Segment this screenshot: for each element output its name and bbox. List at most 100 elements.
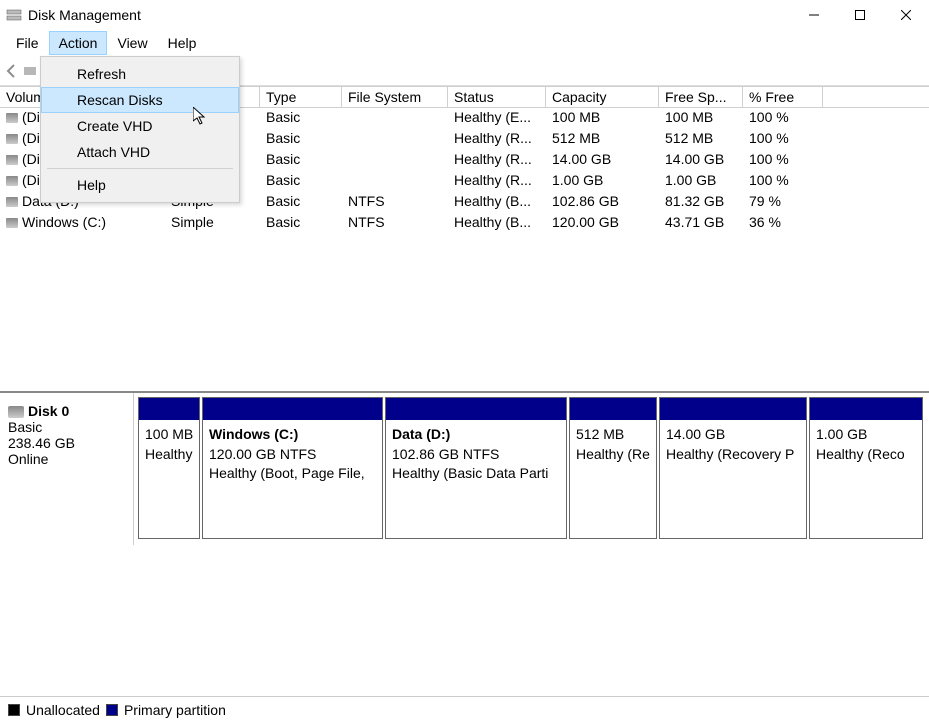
volume-type: Basic — [260, 150, 342, 171]
legend: Unallocated Primary partition — [0, 696, 929, 723]
volume-icon — [6, 218, 18, 228]
partition-header-bar — [386, 398, 566, 420]
header-free-space[interactable]: Free Sp... — [659, 87, 743, 107]
volume-name: (Di — [22, 151, 40, 167]
volume-fs — [342, 150, 448, 171]
volume-free: 81.32 GB — [659, 192, 743, 213]
volume-icon — [6, 134, 18, 144]
header-type[interactable]: Type — [260, 87, 342, 107]
volume-icon — [6, 197, 18, 207]
volume-icon — [6, 155, 18, 165]
disk-icon — [8, 406, 24, 418]
action-create-vhd[interactable]: Create VHD — [41, 113, 239, 139]
header-percent-free[interactable]: % Free — [743, 87, 823, 107]
header-filesystem[interactable]: File System — [342, 87, 448, 107]
back-icon[interactable] — [4, 63, 20, 79]
volume-pct: 100 % — [743, 150, 823, 171]
partition-header-bar — [810, 398, 922, 420]
action-help[interactable]: Help — [41, 172, 239, 198]
volume-fs — [342, 171, 448, 192]
partition-size: 102.86 GB NTFS — [392, 445, 560, 465]
menu-file[interactable]: File — [6, 31, 49, 55]
volume-row[interactable]: Windows (C:) SimpleBasicNTFSHealthy (B...… — [0, 213, 929, 234]
volume-capacity: 102.86 GB — [546, 192, 659, 213]
partition[interactable]: 14.00 GBHealthy (Recovery P — [659, 397, 807, 539]
volume-status: Healthy (R... — [448, 171, 546, 192]
partition[interactable]: Data (D:)102.86 GB NTFSHealthy (Basic Da… — [385, 397, 567, 539]
legend-swatch-unallocated — [8, 704, 20, 716]
partition-status: Healthy — [145, 445, 193, 465]
volume-free: 100 MB — [659, 108, 743, 129]
partition[interactable]: 512 MBHealthy (Re — [569, 397, 657, 539]
disk-name: Disk 0 — [28, 403, 69, 419]
volume-free: 512 MB — [659, 129, 743, 150]
partition-title: Windows (C:) — [209, 425, 376, 445]
partition[interactable]: Windows (C:)120.00 GB NTFSHealthy (Boot,… — [202, 397, 383, 539]
volume-fs: NTFS — [342, 192, 448, 213]
volume-status: Healthy (B... — [448, 213, 546, 234]
volume-capacity: 14.00 GB — [546, 150, 659, 171]
dropdown-separator — [47, 168, 233, 169]
volume-status: Healthy (E... — [448, 108, 546, 129]
volume-pct: 100 % — [743, 108, 823, 129]
volume-type: Basic — [260, 129, 342, 150]
volume-name: (Di — [22, 109, 40, 125]
volume-name: Windows (C:) — [22, 214, 106, 230]
volume-free: 14.00 GB — [659, 150, 743, 171]
disk-map: 100 MBHealthyWindows (C:)120.00 GB NTFSH… — [134, 393, 929, 545]
partition-header-bar — [570, 398, 656, 420]
menu-view[interactable]: View — [107, 31, 157, 55]
volume-status: Healthy (R... — [448, 129, 546, 150]
volume-free: 43.71 GB — [659, 213, 743, 234]
partition-status: Healthy (Basic Data Parti — [392, 464, 560, 484]
legend-unallocated: Unallocated — [26, 702, 100, 718]
partition[interactable]: 1.00 GBHealthy (Reco — [809, 397, 923, 539]
header-status[interactable]: Status — [448, 87, 546, 107]
action-rescan-disks[interactable]: Rescan Disks — [41, 87, 239, 113]
partition[interactable]: 100 MBHealthy — [138, 397, 200, 539]
volume-pct: 79 % — [743, 192, 823, 213]
volume-capacity: 120.00 GB — [546, 213, 659, 234]
close-button[interactable] — [883, 0, 929, 30]
menu-help[interactable]: Help — [158, 31, 207, 55]
legend-primary: Primary partition — [124, 702, 226, 718]
minimize-button[interactable] — [791, 0, 837, 30]
menu-action[interactable]: Action — [49, 31, 108, 55]
action-attach-vhd[interactable]: Attach VHD — [41, 139, 239, 165]
volume-status: Healthy (B... — [448, 192, 546, 213]
generic-toolbar-icon[interactable] — [22, 63, 38, 79]
partition-status: Healthy (Reco — [816, 445, 916, 465]
volume-capacity: 100 MB — [546, 108, 659, 129]
action-refresh[interactable]: Refresh — [41, 61, 239, 87]
partition-header-bar — [660, 398, 806, 420]
volume-fs: NTFS — [342, 213, 448, 234]
window-title: Disk Management — [28, 7, 141, 23]
volume-icon — [6, 113, 18, 123]
maximize-button[interactable] — [837, 0, 883, 30]
disk-graphical-pane: Disk 0 Basic 238.46 GB Online 100 MBHeal… — [0, 391, 929, 545]
action-dropdown: Refresh Rescan Disks Create VHD Attach V… — [40, 56, 240, 203]
volume-fs — [342, 108, 448, 129]
menubar: File Action View Help Refresh Rescan Dis… — [0, 30, 929, 56]
partition-size: 100 MB — [145, 425, 193, 445]
volume-type: Basic — [260, 171, 342, 192]
volume-layout: Simple — [165, 213, 260, 234]
volume-type: Basic — [260, 213, 342, 234]
disk-size: 238.46 GB — [8, 435, 125, 451]
partition-size: 512 MB — [576, 425, 650, 445]
disk-info[interactable]: Disk 0 Basic 238.46 GB Online — [0, 393, 134, 545]
partition-size: 14.00 GB — [666, 425, 800, 445]
volume-capacity: 1.00 GB — [546, 171, 659, 192]
legend-swatch-primary — [106, 704, 118, 716]
volume-free: 1.00 GB — [659, 171, 743, 192]
header-capacity[interactable]: Capacity — [546, 87, 659, 107]
titlebar: Disk Management — [0, 0, 929, 30]
volume-status: Healthy (R... — [448, 150, 546, 171]
app-icon — [6, 7, 22, 23]
partition-status: Healthy (Boot, Page File, — [209, 464, 376, 484]
volume-type: Basic — [260, 192, 342, 213]
volume-name: (Di — [22, 130, 40, 146]
volume-pct: 100 % — [743, 129, 823, 150]
partition-header-bar — [139, 398, 199, 420]
volume-type: Basic — [260, 108, 342, 129]
